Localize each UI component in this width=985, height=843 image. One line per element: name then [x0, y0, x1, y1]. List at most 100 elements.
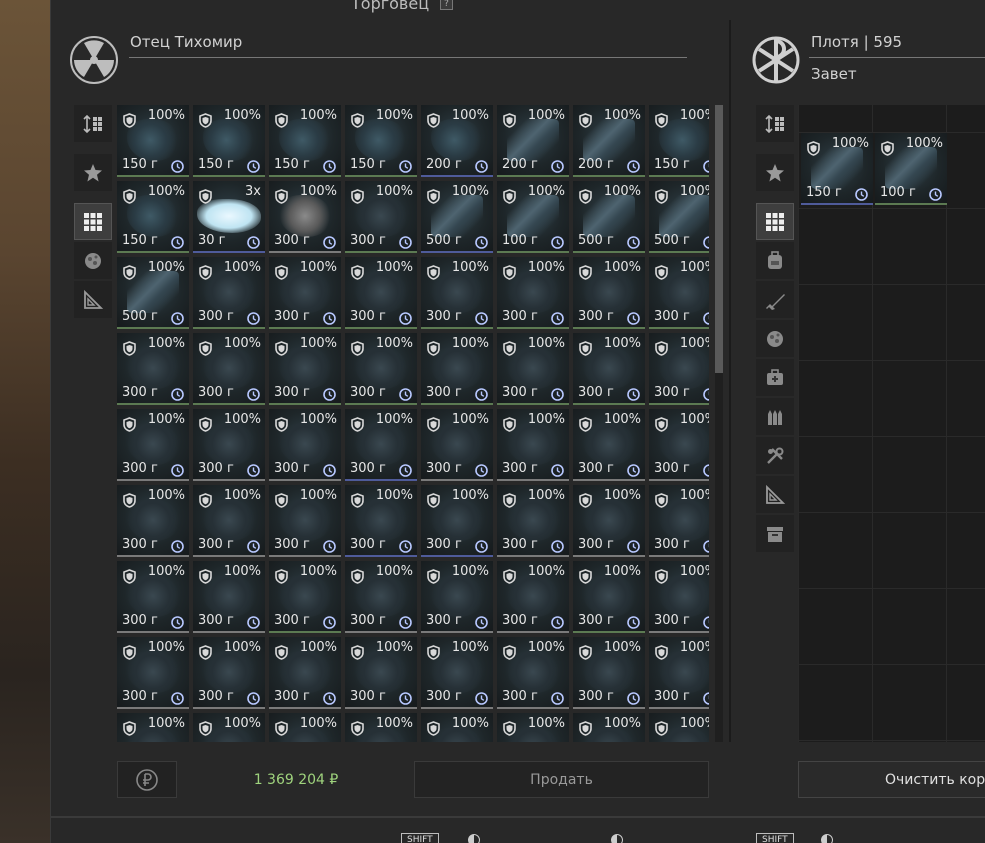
item-slot[interactable]: 100% 300 г — [345, 637, 417, 709]
item-slot[interactable]: 100% 300 г — [117, 409, 189, 481]
item-slot[interactable]: 100% 150 г — [269, 105, 341, 177]
item-slot[interactable]: 100% 300 г — [497, 485, 569, 557]
item-slot[interactable]: 100% 500 г — [649, 181, 709, 253]
tab-star-badge[interactable] — [756, 154, 794, 191]
scrollbar-thumb[interactable] — [715, 105, 723, 373]
item-slot[interactable]: 100% 300 г — [345, 333, 417, 405]
tab-backpack[interactable] — [756, 242, 794, 279]
header-divider — [129, 57, 687, 58]
trader-inventory[interactable]: 100% 150 г 100% 150 г 100% 150 г 100% 150 г 100%… — [117, 105, 709, 742]
tab-grid[interactable] — [756, 203, 794, 240]
item-slot[interactable]: 100% 300 г — [573, 485, 645, 557]
item-slot[interactable]: 100% 300 г — [649, 485, 709, 557]
item-slot[interactable]: 100% 300 г — [193, 485, 265, 557]
item-slot[interactable]: 100% 300 г — [497, 257, 569, 329]
item-slot[interactable]: 100% 300 г — [421, 333, 493, 405]
item-slot[interactable]: 100% 300 г — [421, 257, 493, 329]
item-slot[interactable]: 100% 200 г — [573, 105, 645, 177]
item-slot[interactable]: 100% 300 г — [649, 409, 709, 481]
item-slot[interactable]: 3x 30 г — [193, 181, 265, 253]
item-slot[interactable]: 100% — [649, 713, 709, 742]
item-slot[interactable]: 100% 300 г — [421, 637, 493, 709]
item-slot[interactable]: 100% 100 г — [497, 181, 569, 253]
currency-button[interactable] — [117, 761, 177, 798]
item-slot[interactable]: 100% 300 г — [573, 333, 645, 405]
item-slot[interactable]: 100% 150 г — [117, 105, 189, 177]
item-slot[interactable]: 100% — [269, 713, 341, 742]
item-slot[interactable]: 100% 300 г — [345, 409, 417, 481]
item-slot[interactable]: 100% 300 г — [269, 485, 341, 557]
item-slot[interactable]: 100% 300 г — [193, 257, 265, 329]
item-slot[interactable]: 100% 300 г — [573, 637, 645, 709]
item-slot[interactable]: 100% 300 г — [649, 257, 709, 329]
item-slot[interactable]: 100% 300 г — [193, 333, 265, 405]
item-slot[interactable]: 100% 150 г — [117, 181, 189, 253]
tab-star-badge[interactable] — [74, 154, 112, 191]
item-slot[interactable]: 100% 300 г — [269, 257, 341, 329]
item-slot[interactable]: 100% 150 г — [345, 105, 417, 177]
item-slot[interactable]: 100% 200 г — [497, 105, 569, 177]
item-slot[interactable]: 100% 300 г — [497, 561, 569, 633]
tab-sort[interactable] — [756, 105, 794, 142]
tab-box[interactable] — [756, 515, 794, 552]
tab-artifact[interactable] — [74, 242, 112, 279]
tab-rifle[interactable] — [756, 281, 794, 318]
clock-icon — [171, 234, 184, 249]
tab-grid[interactable] — [74, 203, 112, 240]
item-slot[interactable]: 100% 300 г — [117, 333, 189, 405]
item-slot[interactable]: 100% 300 г — [649, 333, 709, 405]
item-slot[interactable]: 100% 300 г — [421, 409, 493, 481]
item-slot[interactable]: 100% 300 г — [117, 485, 189, 557]
item-slot[interactable]: 100% 300 г — [573, 561, 645, 633]
item-slot[interactable]: 100% — [573, 713, 645, 742]
tab-medkit[interactable] — [756, 359, 794, 396]
tab-ruler-triangle[interactable] — [74, 281, 112, 318]
item-slot[interactable]: 100% 300 г — [345, 181, 417, 253]
item-slot[interactable]: 100% 300 г — [269, 409, 341, 481]
item-slot[interactable]: 100% 150 г — [649, 105, 709, 177]
item-slot[interactable]: 100% 300 г — [345, 485, 417, 557]
item-slot[interactable]: 100% 300 г — [269, 181, 341, 253]
sell-basket[interactable]: 100% 150 г 100% 100 г — [798, 105, 985, 742]
tab-tools[interactable] — [756, 437, 794, 474]
tab-artifact[interactable] — [756, 320, 794, 357]
item-slot[interactable]: 100% 100 г — [875, 133, 947, 205]
item-slot[interactable]: 100% — [497, 713, 569, 742]
help-button[interactable]: ? — [440, 0, 453, 10]
item-slot[interactable]: 100% 300 г — [573, 257, 645, 329]
tab-ruler-triangle[interactable] — [756, 476, 794, 513]
item-slot[interactable]: 100% 300 г — [497, 333, 569, 405]
tab-sort[interactable] — [74, 105, 112, 142]
item-slot[interactable]: 100% 300 г — [649, 637, 709, 709]
item-slot[interactable]: 100% 300 г — [117, 637, 189, 709]
clear-basket-button[interactable]: Очистить корзину — [798, 761, 985, 798]
item-slot[interactable]: 100% 300 г — [421, 485, 493, 557]
item-slot[interactable]: 100% — [421, 713, 493, 742]
item-slot[interactable]: 100% 300 г — [497, 637, 569, 709]
item-slot[interactable]: 100% 300 г — [421, 561, 493, 633]
item-slot[interactable]: 100% 300 г — [573, 409, 645, 481]
item-slot[interactable]: 100% 300 г — [649, 561, 709, 633]
item-slot[interactable]: 100% 300 г — [345, 561, 417, 633]
trader-scrollbar[interactable] — [715, 105, 723, 742]
item-slot[interactable]: 100% 150 г — [801, 133, 873, 205]
item-slot[interactable]: 100% 150 г — [193, 105, 265, 177]
item-slot[interactable]: 100% — [193, 713, 265, 742]
item-slot[interactable]: 100% 300 г — [193, 561, 265, 633]
item-slot[interactable]: 100% 200 г — [421, 105, 493, 177]
item-slot[interactable]: 100% 300 г — [269, 561, 341, 633]
item-slot[interactable]: 100% 500 г — [573, 181, 645, 253]
item-slot[interactable]: 100% 300 г — [497, 409, 569, 481]
tab-ammo[interactable] — [756, 398, 794, 435]
item-slot[interactable]: 100% — [345, 713, 417, 742]
item-slot[interactable]: 100% 300 г — [193, 637, 265, 709]
item-slot[interactable]: 100% 300 г — [117, 561, 189, 633]
item-slot[interactable]: 100% 300 г — [193, 409, 265, 481]
item-slot[interactable]: 100% 300 г — [269, 637, 341, 709]
item-slot[interactable]: 100% 500 г — [421, 181, 493, 253]
item-slot[interactable]: 100% 300 г — [269, 333, 341, 405]
item-slot[interactable]: 100% — [117, 713, 189, 742]
item-slot[interactable]: 100% 300 г — [345, 257, 417, 329]
item-slot[interactable]: 100% 500 г — [117, 257, 189, 329]
sell-button[interactable]: Продать — [414, 761, 709, 798]
